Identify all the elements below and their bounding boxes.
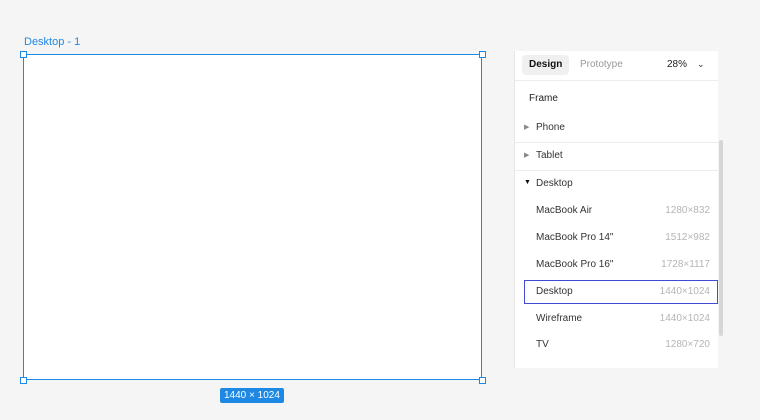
category-desktop-label: Desktop bbox=[536, 178, 573, 189]
resize-handle-bottom-left[interactable] bbox=[20, 377, 27, 384]
panel-tabs: Design Prototype 28% ⌄ bbox=[515, 51, 718, 81]
resize-handle-top-left[interactable] bbox=[20, 51, 27, 58]
desktop-frame[interactable] bbox=[23, 54, 482, 380]
item-size: 1440×1024 bbox=[659, 313, 710, 324]
triangle-right-icon: ▶ bbox=[524, 124, 530, 131]
resize-handle-top-right[interactable] bbox=[479, 51, 486, 58]
item-size: 1440×1024 bbox=[659, 286, 710, 297]
category-tablet-label: Tablet bbox=[536, 150, 563, 161]
chevron-down-icon[interactable]: ⌄ bbox=[697, 59, 705, 70]
list-item-desktop[interactable]: Desktop 1440×1024 bbox=[524, 280, 718, 304]
triangle-right-icon: ▶ bbox=[524, 152, 530, 159]
list-item-wireframe[interactable]: Wireframe 1440×1024 bbox=[524, 307, 718, 331]
tab-design[interactable]: Design bbox=[522, 55, 570, 75]
frame-label[interactable]: Desktop - 1 bbox=[24, 36, 80, 48]
section-title-frame: Frame bbox=[529, 93, 558, 104]
category-phone[interactable]: ▶ Phone bbox=[515, 115, 718, 142]
item-name: Wireframe bbox=[536, 313, 583, 324]
list-item-tv[interactable]: TV 1280×720 bbox=[524, 333, 718, 357]
item-size: 1280×720 bbox=[665, 339, 710, 350]
item-size: 1280×832 bbox=[665, 205, 710, 216]
category-phone-label: Phone bbox=[536, 122, 565, 133]
list-item-macbook-pro-14[interactable]: MacBook Pro 14" 1512×982 bbox=[524, 226, 718, 250]
list-item-macbook-pro-16[interactable]: MacBook Pro 16" 1728×1117 bbox=[524, 253, 718, 277]
item-name: MacBook Air bbox=[536, 205, 593, 216]
design-panel: Design Prototype 28% ⌄ Frame ▶ Phone ▶ T… bbox=[514, 51, 718, 368]
panel-scrollbar[interactable] bbox=[719, 140, 723, 336]
list-item-macbook-air[interactable]: MacBook Air 1280×832 bbox=[524, 199, 718, 223]
category-tablet[interactable]: ▶ Tablet bbox=[515, 143, 718, 170]
item-size: 1512×982 bbox=[665, 232, 710, 243]
item-name: Desktop bbox=[536, 286, 573, 297]
item-size: 1728×1117 bbox=[661, 259, 710, 270]
zoom-level[interactable]: 28% bbox=[667, 59, 687, 70]
dimension-badge: 1440 × 1024 bbox=[220, 388, 284, 403]
resize-handle-bottom-right[interactable] bbox=[479, 377, 486, 384]
category-desktop[interactable]: ▼ Desktop bbox=[515, 171, 718, 198]
item-name: TV bbox=[536, 339, 549, 350]
tab-prototype[interactable]: Prototype bbox=[573, 55, 630, 75]
triangle-down-icon: ▼ bbox=[524, 179, 531, 186]
item-name: MacBook Pro 14" bbox=[536, 232, 614, 243]
item-name: MacBook Pro 16" bbox=[536, 259, 614, 270]
